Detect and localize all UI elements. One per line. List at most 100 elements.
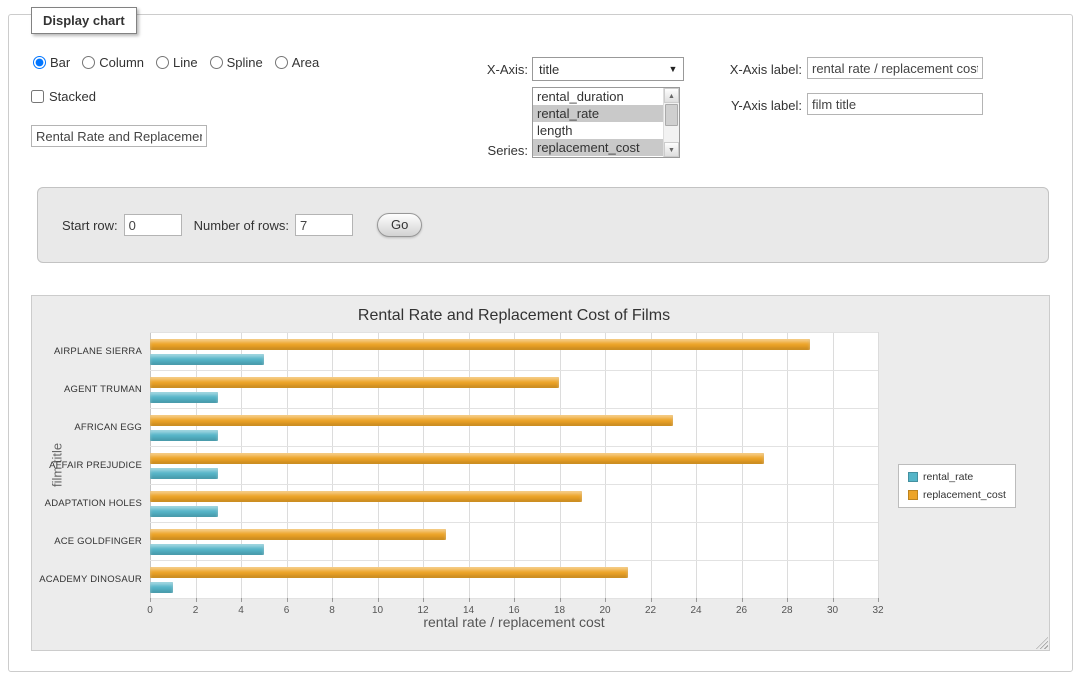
x-axis-tick-label: 12 bbox=[411, 605, 435, 616]
gridline-vertical bbox=[878, 332, 879, 598]
series-option-replacement_cost[interactable]: replacement_cost bbox=[533, 139, 679, 156]
x-axis-tick bbox=[514, 598, 515, 602]
x-axis-select-label: X-Axis: bbox=[418, 62, 528, 77]
x-axis-tick bbox=[833, 598, 834, 602]
bar-rental_rate bbox=[150, 506, 218, 517]
radio-column[interactable] bbox=[82, 56, 95, 69]
x-axis-tick-label: 28 bbox=[775, 605, 799, 616]
x-axis-tick bbox=[196, 598, 197, 602]
x-axis-label-label: X-Axis label: bbox=[692, 62, 802, 77]
gridline-vertical bbox=[605, 332, 606, 598]
gridline-horizontal bbox=[150, 370, 878, 371]
series-multiselect[interactable]: rental_durationrental_ratelengthreplacem… bbox=[532, 87, 680, 158]
x-axis-tick-label: 4 bbox=[229, 605, 253, 616]
y-axis-label-label: Y-Axis label: bbox=[692, 98, 802, 113]
radio-spline[interactable] bbox=[210, 56, 223, 69]
radio-option-line: Line bbox=[156, 55, 198, 70]
x-axis-tick bbox=[878, 598, 879, 602]
x-axis-tick-label: 22 bbox=[639, 605, 663, 616]
bar-replacement_cost bbox=[150, 529, 446, 540]
series-scrollbar[interactable]: ▲ ▼ bbox=[663, 88, 679, 157]
stacked-checkbox-row: Stacked bbox=[31, 89, 96, 104]
gridline-horizontal bbox=[150, 560, 878, 561]
bar-rental_rate bbox=[150, 354, 264, 365]
category-label: AFRICAN EGG bbox=[32, 422, 142, 433]
chart-x-axis-title: rental rate / replacement cost bbox=[150, 614, 878, 630]
resize-grip-icon[interactable] bbox=[1036, 637, 1048, 649]
gridline-horizontal bbox=[150, 332, 878, 333]
radio-label: Bar bbox=[50, 55, 70, 70]
gridline-vertical bbox=[560, 332, 561, 598]
series-option-length[interactable]: length bbox=[533, 122, 679, 139]
scroll-down-icon[interactable]: ▼ bbox=[664, 142, 679, 157]
radio-label: Spline bbox=[227, 55, 263, 70]
gridline-vertical bbox=[241, 332, 242, 598]
x-axis-tick-label: 10 bbox=[366, 605, 390, 616]
category-label: AFFAIR PREJUDICE bbox=[32, 460, 142, 471]
radio-label: Line bbox=[173, 55, 198, 70]
x-axis-tick bbox=[605, 598, 606, 602]
chart-title: Rental Rate and Replacement Cost of Film… bbox=[150, 307, 878, 325]
gridline-vertical bbox=[469, 332, 470, 598]
legend-swatch-icon bbox=[908, 472, 918, 482]
gridline-vertical bbox=[787, 332, 788, 598]
chevron-down-icon: ▼ bbox=[663, 64, 683, 74]
start-row-input[interactable] bbox=[124, 214, 182, 236]
radio-option-bar: Bar bbox=[33, 55, 70, 70]
y-axis-label-input[interactable] bbox=[807, 93, 983, 115]
chart-title-input[interactable] bbox=[31, 125, 207, 147]
radio-line[interactable] bbox=[156, 56, 169, 69]
series-option-rental_rate[interactable]: rental_rate bbox=[533, 105, 679, 122]
bar-rental_rate bbox=[150, 582, 173, 593]
x-axis-tick-label: 14 bbox=[457, 605, 481, 616]
scroll-up-icon[interactable]: ▲ bbox=[664, 88, 679, 103]
bar-replacement_cost bbox=[150, 415, 673, 426]
legend-item-replacement_cost[interactable]: replacement_cost bbox=[908, 489, 1006, 501]
gridline-vertical bbox=[150, 332, 151, 598]
radio-area[interactable] bbox=[275, 56, 288, 69]
start-row-label: Start row: bbox=[62, 218, 118, 233]
x-axis-tick-label: 2 bbox=[184, 605, 208, 616]
chart-panel: Rental Rate and Replacement Cost of Film… bbox=[31, 295, 1050, 651]
gridline-vertical bbox=[742, 332, 743, 598]
x-axis-tick-label: 6 bbox=[275, 605, 299, 616]
stacked-label: Stacked bbox=[49, 89, 96, 104]
x-axis-tick bbox=[787, 598, 788, 602]
x-axis-tick bbox=[378, 598, 379, 602]
bar-rental_rate bbox=[150, 430, 218, 441]
x-axis-tick bbox=[332, 598, 333, 602]
num-rows-label: Number of rows: bbox=[194, 218, 289, 233]
series-option-rental_duration[interactable]: rental_duration bbox=[533, 88, 679, 105]
bar-replacement_cost bbox=[150, 491, 582, 502]
chart-legend: rental_rate replacement_cost bbox=[898, 464, 1016, 508]
category-label: ADAPTATION HOLES bbox=[32, 498, 142, 509]
x-axis-select[interactable]: title ▼ bbox=[532, 57, 684, 81]
legend-label: rental_rate bbox=[923, 471, 973, 483]
legend-label: replacement_cost bbox=[923, 489, 1006, 501]
gridline-vertical bbox=[378, 332, 379, 598]
bar-replacement_cost bbox=[150, 567, 628, 578]
x-axis-label-input[interactable] bbox=[807, 57, 983, 79]
bar-rental_rate bbox=[150, 392, 218, 403]
x-axis-tick bbox=[696, 598, 697, 602]
x-axis-tick bbox=[287, 598, 288, 602]
stacked-checkbox[interactable] bbox=[31, 90, 44, 103]
plot-area bbox=[150, 332, 878, 598]
x-axis-tick-label: 30 bbox=[821, 605, 845, 616]
gridline-vertical bbox=[651, 332, 652, 598]
fieldset-legend: Display chart bbox=[31, 7, 137, 34]
bar-rental_rate bbox=[150, 468, 218, 479]
x-axis-tick bbox=[560, 598, 561, 602]
scrollbar-thumb[interactable] bbox=[665, 104, 678, 126]
num-rows-input[interactable] bbox=[295, 214, 353, 236]
radio-bar[interactable] bbox=[33, 56, 46, 69]
x-axis-tick-label: 16 bbox=[502, 605, 526, 616]
series-options: rental_durationrental_ratelengthreplacem… bbox=[533, 88, 679, 156]
gridline-vertical bbox=[696, 332, 697, 598]
go-button[interactable]: Go bbox=[377, 213, 422, 237]
bar-replacement_cost bbox=[150, 453, 764, 464]
legend-item-rental_rate[interactable]: rental_rate bbox=[908, 471, 1006, 483]
bar-replacement_cost bbox=[150, 339, 810, 350]
x-axis-selected-value: title bbox=[533, 62, 663, 77]
x-axis-tick-label: 0 bbox=[138, 605, 162, 616]
